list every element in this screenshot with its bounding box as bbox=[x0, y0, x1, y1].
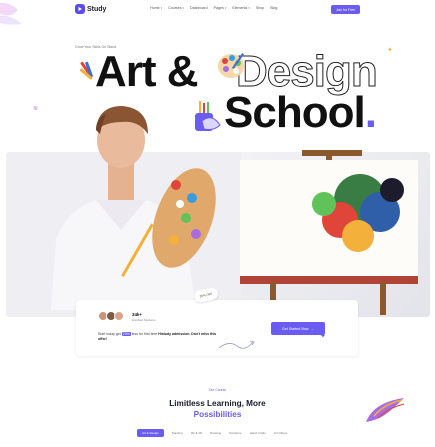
chevron-down-icon: ▾ bbox=[224, 6, 227, 10]
site-logo[interactable]: Study bbox=[75, 4, 106, 14]
nav-item-elements[interactable]: Elements ▾ bbox=[232, 6, 250, 10]
logo-play-icon bbox=[75, 4, 85, 14]
nav-label: Home bbox=[150, 6, 160, 10]
nav-label: Dashboard bbox=[190, 6, 208, 10]
color-palette-icon bbox=[218, 53, 244, 78]
offer-text-before: Start today get bbox=[98, 332, 121, 336]
tab-art-design[interactable]: Art & Design bbox=[137, 429, 164, 437]
student-painter-image bbox=[51, 106, 216, 310]
chevron-down-icon: ▾ bbox=[182, 6, 185, 10]
nav-item-shop[interactable]: Shop bbox=[256, 6, 264, 10]
main-nav: Home ▾ Courses ▾ Dashboard Pages ▾ Elements… bbox=[150, 6, 277, 10]
hero-title-period: . bbox=[364, 88, 377, 137]
avatar bbox=[114, 311, 124, 321]
nav-item-pages[interactable]: Pages ▾ bbox=[214, 6, 227, 10]
hero-title-line2: School. bbox=[224, 88, 377, 137]
hero-title-line1: Art & bbox=[95, 47, 199, 96]
section-eyebrow: Our Course bbox=[208, 388, 227, 392]
tab-painting[interactable]: Painting bbox=[172, 431, 183, 435]
nav-label: Pages bbox=[213, 6, 224, 10]
nav-label: Shop bbox=[255, 6, 265, 10]
get-started-button[interactable]: Get Started Now → bbox=[271, 322, 325, 335]
arrow-right-icon: → bbox=[310, 326, 315, 331]
enrolled-label: Enrolled Students bbox=[132, 318, 156, 322]
tab-sculpture[interactable]: Sculpture bbox=[229, 431, 242, 435]
course-category-tabs: Art & Design Painting 3D & 2D Drawing Sc… bbox=[137, 429, 287, 437]
get-started-label: Get Started Now bbox=[281, 326, 309, 331]
nav-label: Blog bbox=[270, 6, 278, 10]
enrolled-count: 34k+ bbox=[132, 312, 142, 317]
logo-text: Study bbox=[87, 5, 107, 13]
join-free-button[interactable]: Join for Free bbox=[331, 5, 360, 14]
nav-label: Courses bbox=[168, 6, 182, 10]
page: Study Home ▾ Courses ▾ Dashboard Pages ▾ El… bbox=[0, 0, 435, 447]
chevron-down-icon: ▾ bbox=[160, 6, 163, 10]
top-navbar: Study Home ▾ Courses ▾ Dashboard Pages ▾ El… bbox=[0, 0, 435, 20]
paint-stroke-decoration bbox=[366, 398, 405, 422]
chevron-down-icon: ▾ bbox=[248, 6, 250, 10]
offer-text-mid: less for first time bbox=[131, 332, 158, 336]
nav-label: Elements bbox=[232, 6, 248, 10]
tab-drawing[interactable]: Drawing bbox=[210, 431, 221, 435]
student-avatars bbox=[98, 311, 124, 321]
sparkle-icon: ✦ bbox=[320, 333, 326, 340]
curved-arrow-decoration bbox=[218, 340, 255, 349]
offer-text: Start today get 20% less for first time … bbox=[98, 332, 218, 343]
nav-item-blog[interactable]: Blog bbox=[270, 6, 277, 10]
offer-brand: Histudy bbox=[158, 332, 172, 336]
offer-percent-badge: 20% bbox=[121, 332, 131, 336]
nav-item-home[interactable]: Home ▾ bbox=[150, 6, 162, 10]
hero-title-school: School bbox=[224, 88, 366, 137]
tab-art-others[interactable]: Art Others bbox=[274, 431, 288, 435]
easel-painting-image bbox=[240, 150, 418, 315]
tab-hand-crafts[interactable]: Hand Crafts bbox=[250, 431, 266, 435]
sparkle-icon: ✦ bbox=[387, 47, 393, 54]
nav-item-dashboard[interactable]: Dashboard bbox=[190, 6, 208, 10]
tab-3d-2d[interactable]: 3D & 2D bbox=[191, 431, 202, 435]
nav-item-courses[interactable]: Courses ▾ bbox=[168, 6, 184, 10]
